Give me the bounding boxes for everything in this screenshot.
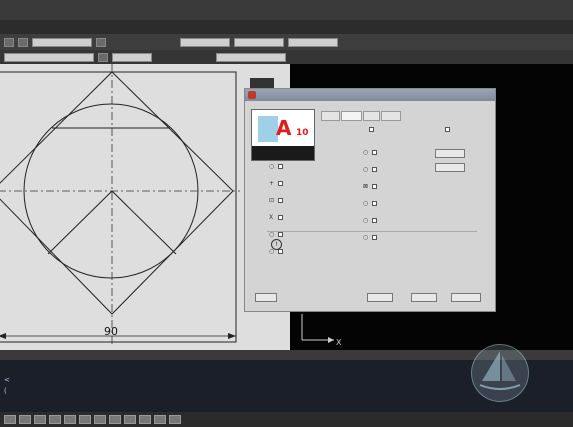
drafting-settings-dialog[interactable]: A 10 ○ + ⊡ X ○ ○ ○ ○ ⊠ ○ ○ ○ ! <box>244 88 496 312</box>
polar-toggle[interactable] <box>49 415 61 424</box>
options-right-column: ○ ○ ⊠ ○ ○ ○ <box>363 149 377 241</box>
cross-icon: X <box>269 214 274 221</box>
grid-toggle[interactable] <box>19 415 31 424</box>
option-left-3[interactable]: X <box>269 214 283 221</box>
option-left-4[interactable]: ○ <box>269 231 283 238</box>
layout-toggle[interactable] <box>169 415 181 424</box>
lineweight-dropdown[interactable] <box>288 37 338 47</box>
inner-diag-left <box>47 190 113 255</box>
dialog-tabs <box>321 111 401 121</box>
title-bar <box>0 0 573 20</box>
checkbox[interactable] <box>372 184 377 189</box>
checkbox[interactable] <box>278 198 283 203</box>
checkbox[interactable] <box>278 181 283 186</box>
options-button[interactable] <box>255 293 277 302</box>
model-toggle[interactable] <box>154 415 166 424</box>
circle-icon: ○ <box>269 231 275 238</box>
linetype-dropdown[interactable] <box>234 37 284 47</box>
checkbox[interactable] <box>372 235 377 240</box>
circle-icon: ○ <box>363 200 369 207</box>
dialog-title-bar <box>245 89 495 101</box>
cancel-button[interactable] <box>411 293 437 302</box>
square-icon: ⊡ <box>269 197 275 204</box>
toolbar-button[interactable] <box>18 37 28 47</box>
ok-button[interactable] <box>367 293 393 302</box>
toolbar-top <box>0 34 573 50</box>
inner-diag-right <box>111 190 177 255</box>
checkbox[interactable] <box>372 218 377 223</box>
dimension-label: 90 <box>104 325 118 338</box>
option-left-0[interactable]: ○ <box>269 163 283 170</box>
option-right-5[interactable]: ○ <box>363 234 377 241</box>
dim-arrow-left <box>0 333 6 339</box>
checkbox[interactable] <box>369 127 374 132</box>
ducs-toggle[interactable] <box>94 415 106 424</box>
dyn-toggle[interactable] <box>109 415 121 424</box>
checkbox[interactable] <box>372 167 377 172</box>
option-right-1[interactable]: ○ <box>363 166 377 173</box>
preview-caption-bar <box>252 146 314 160</box>
checkbox[interactable] <box>278 232 283 237</box>
checkbox[interactable] <box>278 164 283 169</box>
color-dropdown[interactable] <box>112 52 152 62</box>
tooltip-preview: A 10 <box>251 109 315 161</box>
tab-object-snap[interactable] <box>341 111 362 121</box>
toolbar-button[interactable] <box>96 37 106 47</box>
ortho-toggle[interactable] <box>34 415 46 424</box>
circle-icon: ○ <box>363 166 369 173</box>
frame-rect <box>0 71 237 343</box>
square-icon: ⊠ <box>363 183 369 190</box>
toolbar-button[interactable] <box>98 52 108 62</box>
clear-all-button[interactable] <box>435 163 465 172</box>
checkbox[interactable] <box>372 201 377 206</box>
qp-toggle[interactable] <box>139 415 151 424</box>
dim-arrow-right <box>228 333 236 339</box>
option-left-2[interactable]: ⊡ <box>269 197 283 204</box>
status-toolbar <box>0 412 573 427</box>
cross-icon: + <box>269 180 275 187</box>
option-left-1[interactable]: + <box>269 180 283 187</box>
sailboat-icon <box>479 351 521 390</box>
option-osnap-on[interactable] <box>369 127 374 132</box>
layer-dropdown[interactable] <box>32 37 92 47</box>
toolbar-second <box>0 50 573 64</box>
snap-toggle[interactable] <box>4 415 16 424</box>
option-right-4[interactable]: ○ <box>363 217 377 224</box>
watermark-logo <box>471 344 529 402</box>
circle-icon: ○ <box>269 163 275 170</box>
info-icon: ! <box>271 239 282 250</box>
lwt-toggle[interactable] <box>124 415 136 424</box>
properties-dropdown[interactable] <box>4 52 94 62</box>
checkbox[interactable] <box>445 127 450 132</box>
help-button[interactable] <box>451 293 481 302</box>
osnap-toggle[interactable] <box>64 415 76 424</box>
square-icon <box>248 91 256 99</box>
tab-dynamic-input[interactable] <box>362 111 381 121</box>
preview-letter: A <box>276 116 292 140</box>
otrack-toggle[interactable] <box>79 415 91 424</box>
divider <box>267 231 477 232</box>
circle-icon: ○ <box>363 217 369 224</box>
style-dropdown[interactable] <box>180 37 230 47</box>
preview-subscript: 10 <box>296 128 309 138</box>
select-all-button[interactable] <box>435 149 465 158</box>
option-right-0[interactable]: ○ <box>363 149 377 156</box>
menu-bar <box>0 20 573 34</box>
axis-x-label: X <box>336 338 342 347</box>
preview-image <box>258 116 278 142</box>
option-right-2[interactable]: ⊠ <box>363 183 377 190</box>
tab-snap-grid[interactable] <box>321 111 341 121</box>
checkbox[interactable] <box>372 150 377 155</box>
option-otrack-on[interactable] <box>445 127 450 132</box>
tab-quick-properties[interactable] <box>381 111 401 121</box>
option-right-3[interactable]: ○ <box>363 200 377 207</box>
toolbar-button[interactable] <box>4 37 14 47</box>
checkbox[interactable] <box>278 249 283 254</box>
plot-style-dropdown[interactable] <box>216 52 286 62</box>
circle-icon: ○ <box>363 234 369 241</box>
circle-icon: ○ <box>363 149 369 156</box>
checkbox[interactable] <box>278 215 283 220</box>
